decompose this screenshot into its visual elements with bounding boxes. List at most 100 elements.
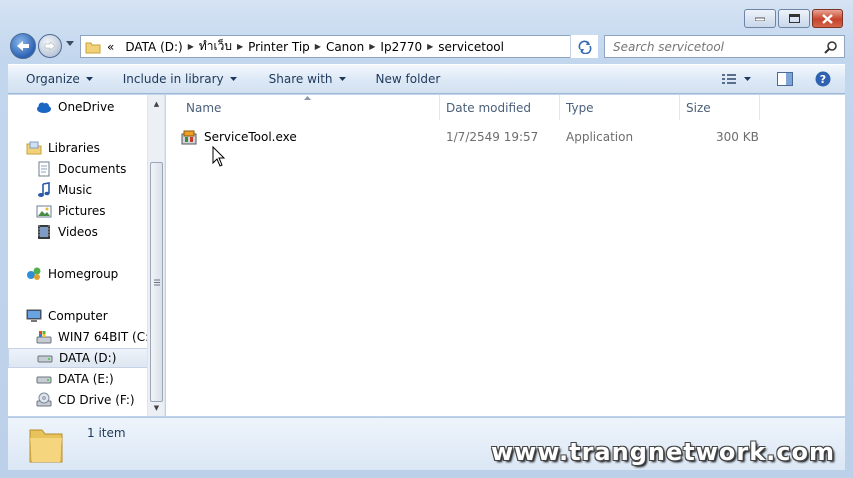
sort-ascending-icon	[304, 96, 311, 100]
column-label-type: Type	[566, 100, 594, 115]
preview-pane-icon[interactable]	[777, 72, 793, 86]
close-icon	[822, 13, 833, 24]
chevron-right-icon[interactable]: ▶	[427, 42, 433, 51]
chevron-down-icon[interactable]	[66, 41, 74, 46]
nav-label-computer: Computer	[48, 309, 108, 323]
nav-item-documents[interactable]: Documents	[36, 159, 164, 179]
libraries-icon	[26, 141, 42, 155]
change-view-button[interactable]	[722, 73, 751, 85]
search-icon[interactable]	[824, 40, 838, 54]
breadcrumb-folder-web[interactable]: ทำเว็บ	[199, 37, 232, 56]
nav-label-drive-c: WIN7 64BIT (C:)	[58, 330, 154, 344]
arrow-left-icon	[17, 41, 29, 51]
scroll-down-icon[interactable]: ▼	[148, 399, 164, 416]
toolbar-right: ?	[722, 71, 831, 87]
organize-label: Organize	[26, 72, 80, 86]
refresh-button[interactable]	[570, 35, 598, 58]
item-count: 1 item	[87, 426, 126, 440]
cd-drive-icon	[36, 392, 52, 407]
command-bar: Organize Include in library Share with N…	[8, 64, 845, 94]
nav-item-drive-d[interactable]: DATA (D:)	[8, 348, 148, 368]
nav-label-onedrive: OneDrive	[58, 100, 115, 114]
view-list-icon	[722, 74, 736, 84]
column-header-size[interactable]: Size	[680, 95, 760, 120]
nav-label-libraries: Libraries	[48, 141, 100, 155]
column-label-date: Date modified	[446, 100, 532, 115]
nav-label-music: Music	[58, 183, 93, 197]
minimize-icon	[755, 17, 765, 21]
refresh-icon	[578, 40, 591, 54]
chevron-right-icon[interactable]: ▶	[315, 42, 321, 51]
maximize-button[interactable]	[778, 9, 810, 28]
column-label-size: Size	[686, 100, 711, 115]
help-icon[interactable]: ?	[815, 71, 831, 87]
folder-large-icon	[29, 429, 63, 463]
explorer-window: « DATA (D:) ▶ ทำเว็บ ▶ Printer Tip ▶ Can…	[0, 0, 853, 478]
chevron-right-icon[interactable]: ▶	[369, 42, 375, 51]
minimize-button[interactable]	[744, 9, 776, 28]
chevron-right-icon[interactable]: ▶	[188, 42, 194, 51]
watermark: www.trangnetwork.com	[491, 438, 835, 466]
nav-item-libraries[interactable]: Libraries	[26, 138, 164, 158]
hard-drive-icon	[36, 376, 52, 384]
file-date: 1/7/2549 19:57	[446, 130, 539, 144]
search-input[interactable]	[613, 39, 813, 54]
address-bar[interactable]: « DATA (D:) ▶ ทำเว็บ ▶ Printer Tip ▶ Can…	[80, 35, 598, 58]
nav-label-drive-e: DATA (E:)	[58, 372, 114, 386]
column-header-name[interactable]: Name	[166, 95, 440, 120]
nav-item-drive-c[interactable]: WIN7 64BIT (C:)	[36, 327, 164, 347]
svg-text:?: ?	[820, 73, 826, 86]
nav-item-onedrive[interactable]: OneDrive	[36, 97, 164, 117]
include-in-library-menu[interactable]: Include in library	[123, 72, 237, 86]
file-row[interactable]: ServiceTool.exe	[180, 126, 297, 148]
breadcrumb-ip2770[interactable]: Ip2770	[380, 40, 422, 54]
breadcrumb-servicetool[interactable]: servicetool	[438, 40, 504, 54]
file-size: 300 KB	[716, 130, 759, 144]
hard-drive-icon	[37, 355, 53, 363]
nav-label-drive-d: DATA (D:)	[59, 351, 117, 365]
address-overflow[interactable]: «	[107, 40, 114, 54]
navigation-bar: « DATA (D:) ▶ ทำเว็บ ▶ Printer Tip ▶ Can…	[8, 33, 845, 59]
window-controls	[744, 9, 843, 28]
new-folder-button[interactable]: New folder	[376, 72, 441, 86]
folder-icon	[85, 42, 101, 53]
share-with-label: Share with	[268, 72, 333, 86]
system-drive-icon	[36, 331, 52, 344]
chevron-down-icon	[338, 77, 346, 81]
share-with-menu[interactable]: Share with	[269, 72, 346, 86]
close-button[interactable]	[812, 9, 843, 28]
scroll-thumb[interactable]	[150, 162, 163, 402]
chevron-right-icon[interactable]: ▶	[237, 42, 243, 51]
file-list: Name Date modified Type Size ServiceTool…	[166, 95, 845, 416]
nav-item-homegroup[interactable]: Homegroup	[26, 264, 164, 284]
maximize-icon	[788, 14, 800, 23]
breadcrumb-drive[interactable]: DATA (D:)	[125, 40, 182, 54]
navigation-pane: OneDrive Libraries Documents Music Pictu…	[8, 95, 165, 416]
nav-label-videos: Videos	[58, 225, 98, 239]
details-pane: 1 item www.trangnetwork.com	[8, 417, 845, 470]
nav-item-music[interactable]: Music	[36, 180, 164, 200]
nav-item-computer[interactable]: Computer	[26, 306, 164, 326]
search-box[interactable]	[604, 35, 845, 58]
forward-button[interactable]	[38, 34, 62, 58]
nav-item-drive-f[interactable]: CD Drive (F:)	[36, 390, 164, 410]
nav-item-drive-e[interactable]: DATA (E:)	[36, 369, 164, 389]
column-header-type[interactable]: Type	[560, 95, 680, 120]
music-icon	[38, 182, 50, 197]
back-button[interactable]	[10, 33, 36, 59]
nav-label-pictures: Pictures	[58, 204, 106, 218]
nav-label-homegroup: Homegroup	[48, 267, 119, 281]
file-name: ServiceTool.exe	[204, 130, 297, 144]
column-headers: Name Date modified Type Size	[166, 95, 845, 120]
scroll-up-icon[interactable]: ▲	[148, 95, 164, 112]
nav-item-pictures[interactable]: Pictures	[36, 201, 164, 221]
documents-icon	[38, 161, 50, 177]
breadcrumb-printer-tip[interactable]: Printer Tip	[248, 40, 310, 54]
breadcrumb-canon[interactable]: Canon	[326, 40, 364, 54]
include-in-library-label: Include in library	[122, 72, 224, 86]
organize-menu[interactable]: Organize	[26, 72, 93, 86]
nav-item-videos[interactable]: Videos	[36, 222, 164, 242]
column-header-date[interactable]: Date modified	[440, 95, 560, 120]
videos-icon	[38, 225, 50, 239]
nav-scrollbar[interactable]: ▲ ▼	[147, 95, 164, 416]
